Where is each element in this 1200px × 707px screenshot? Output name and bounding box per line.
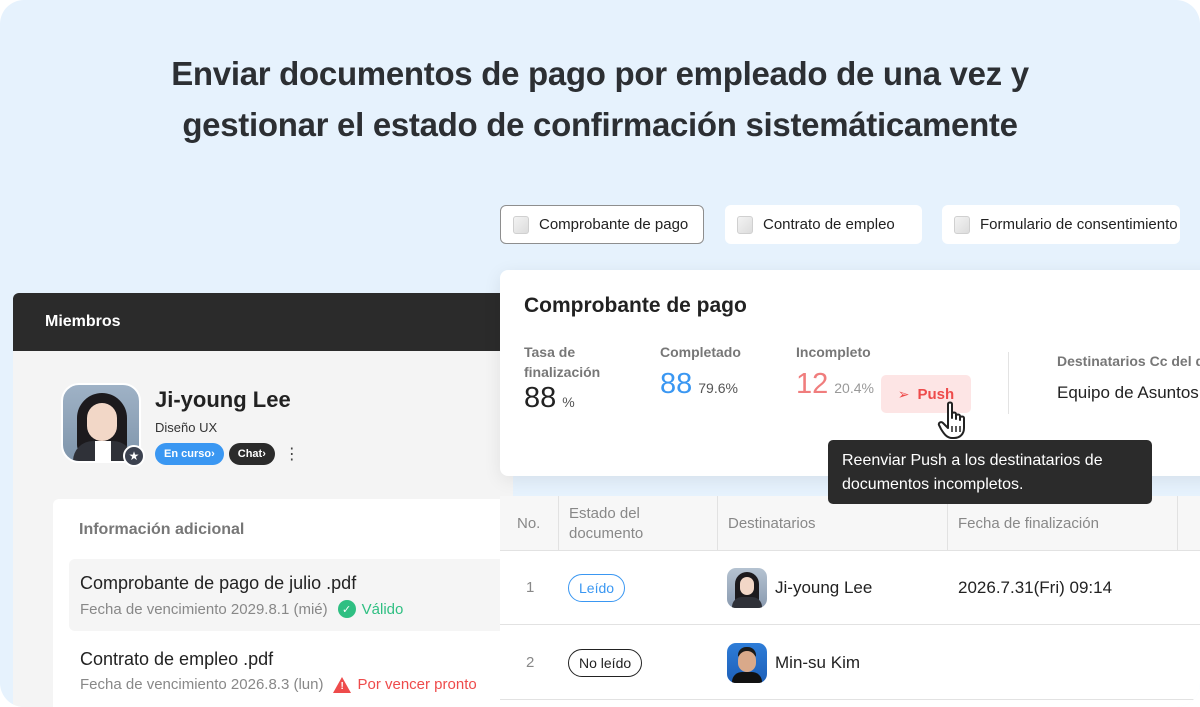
star-icon: ★ <box>123 445 145 467</box>
stat-label: Completado <box>660 344 741 360</box>
tab-formulario-de-consentimiento[interactable]: Formulario de consentimiento <box>942 205 1180 244</box>
info-title: Información adicional <box>79 521 245 538</box>
stat-percent: 20.4% <box>834 380 874 396</box>
status-label: Válido <box>361 600 404 618</box>
member-actions: En curso › Chat › ⋮ <box>155 443 304 465</box>
stat-value: 88 <box>524 382 557 414</box>
headline-line-2: gestionar el estado de confirmación sist… <box>182 106 1018 143</box>
summary-title: Comprobante de pago <box>524 294 747 317</box>
status-badge: No leído <box>568 648 643 677</box>
tab-label: Formulario de consentimiento <box>980 216 1178 233</box>
status-badge: ! Por vencer pronto <box>333 676 477 693</box>
status-pill-button[interactable]: En curso › <box>155 443 224 465</box>
stat-label: Incompleto <box>796 344 871 360</box>
row-number: 2 <box>526 654 535 671</box>
completion-rate-stat: Tasa de finalización 88 % <box>524 342 624 415</box>
chevron-right-icon: › <box>262 448 266 460</box>
status-badge: ✓ Válido <box>337 600 404 618</box>
hand-pointer-icon <box>937 401 965 439</box>
document-due-date: Fecha de vencimiento 2029.8.1 (mié) <box>80 600 328 618</box>
stat-value: 88 <box>660 368 693 400</box>
stat-unit: % <box>562 394 575 410</box>
divider <box>1008 352 1009 414</box>
member-role: Diseño UX <box>155 420 218 435</box>
document-name: Comprobante de pago de julio .pdf <box>80 573 357 593</box>
table-row[interactable]: 2 No leído Min-su Kim <box>500 626 1200 700</box>
incomplete-stat: Incompleto 12 20.4% <box>796 342 874 401</box>
recipient-name: Ji-young Lee <box>775 577 873 597</box>
document-icon <box>954 215 970 234</box>
table-row[interactable]: 1 Leído Ji-young Lee 2026.7.31(Fri) 09:1… <box>500 551 1200 625</box>
stat-label: Tasa de finalización <box>524 344 601 380</box>
document-icon <box>513 215 529 234</box>
headline-line-1: Enviar documentos de pago por empleado d… <box>171 55 1029 92</box>
avatar <box>727 642 767 683</box>
member-name: Ji-young Lee <box>155 387 291 412</box>
kebab-menu-icon[interactable]: ⋮ <box>280 444 304 464</box>
members-header: Miembros <box>13 293 513 351</box>
avatar <box>727 567 767 608</box>
table-header: No. Estado del documento Destinatarios F… <box>500 496 1200 551</box>
tab-label: Contrato de empleo <box>763 216 895 233</box>
list-item[interactable]: Comprobante de pago de julio .pdf Fecha … <box>69 559 513 631</box>
column-header-extra <box>1177 496 1200 551</box>
column-header-no: No. <box>517 514 541 532</box>
push-tooltip: Reenviar Push a los destinatarios de doc… <box>828 440 1152 504</box>
chat-button[interactable]: Chat › <box>228 443 275 465</box>
tab-label: Comprobante de pago <box>539 216 689 233</box>
additional-info-card: Información adicional Comprobante de pag… <box>53 499 513 707</box>
recipients-table: No. Estado del documento Destinatarios F… <box>500 496 1200 707</box>
stat-value: 12 <box>796 368 829 400</box>
status-pill-label: En curso <box>164 448 212 460</box>
members-panel: Miembros ★ Ji-young Lee Diseño UX En cur… <box>13 293 513 707</box>
check-circle-icon: ✓ <box>337 600 356 618</box>
status-badge: Leído <box>568 573 626 602</box>
row-number: 1 <box>526 579 535 596</box>
chevron-right-icon: › <box>211 448 215 460</box>
column-header-recipients: Destinatarios <box>717 496 947 551</box>
cc-value: Equipo de Asuntos Generales <box>1057 383 1200 402</box>
column-header-date: Fecha de finalización <box>947 496 1177 551</box>
page-canvas: Enviar documentos de pago por empleado d… <box>0 0 1200 707</box>
list-item[interactable]: Contrato de empleo .pdf Fecha de vencimi… <box>69 635 513 707</box>
document-name: Contrato de empleo .pdf <box>80 649 274 669</box>
completion-date: 2026.7.31(Fri) 09:14 <box>958 577 1113 597</box>
paper-plane-icon: ➢ <box>897 385 910 402</box>
page-headline: Enviar documentos de pago por empleado d… <box>0 48 1200 150</box>
status-label: Por vencer pronto <box>357 676 477 693</box>
document-icon <box>737 215 753 234</box>
tab-comprobante-de-pago[interactable]: Comprobante de pago <box>500 205 704 244</box>
stat-percent: 79.6% <box>698 380 738 396</box>
document-due-date: Fecha de vencimiento 2026.8.3 (lun) <box>80 676 324 693</box>
completed-stat: Completado 88 79.6% <box>660 342 741 401</box>
recipient-name: Min-su Kim <box>775 652 861 672</box>
warning-triangle-icon: ! <box>333 676 352 693</box>
cc-label: Destinatarios Cc del documento <box>1057 353 1200 369</box>
tab-contrato-de-empleo[interactable]: Contrato de empleo <box>725 205 922 244</box>
column-header-status: Estado del documento <box>558 496 658 551</box>
chat-button-label: Chat <box>237 448 263 460</box>
